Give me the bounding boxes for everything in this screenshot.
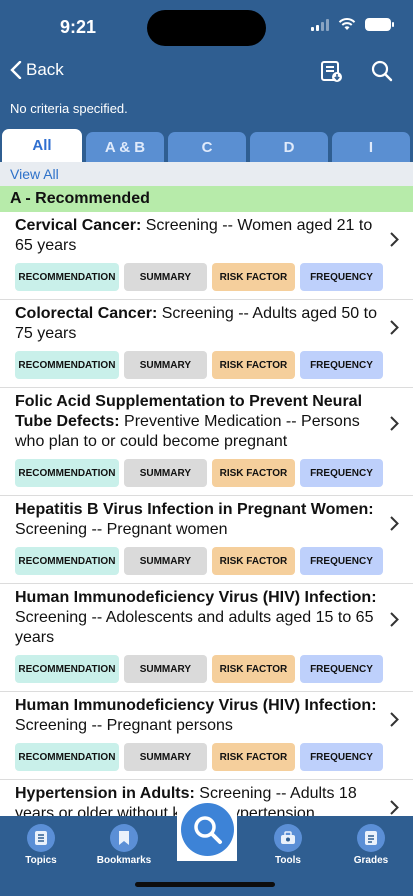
nav-actions (321, 60, 393, 84)
item-description: Screening -- Adolescents and adults aged… (15, 609, 374, 646)
list-item[interactable]: Colorectal Cancer: Screening -- Adults a… (0, 300, 413, 388)
tab-grades[interactable]: Grades (331, 824, 411, 866)
recommendation-button[interactable]: RECOMMENDATION (15, 351, 119, 379)
tab-a-b[interactable]: A & B (86, 132, 164, 162)
list-item[interactable]: Folic Acid Supplementation to Prevent Ne… (0, 388, 413, 496)
recommendation-button[interactable]: RECOMMENDATION (15, 655, 119, 683)
battery-icon (365, 18, 394, 31)
list-item[interactable]: Hepatitis B Virus Infection in Pregnant … (0, 496, 413, 584)
filter-tabs: All A & B C D I (0, 128, 413, 162)
item-title: Hepatitis B Virus Infection in Pregnant … (15, 500, 383, 540)
list-item[interactable]: Human Immunodeficiency Virus (HIV) Infec… (0, 584, 413, 692)
criteria-text: No criteria specified. (10, 101, 128, 116)
download-list-icon[interactable] (321, 60, 343, 84)
tab-d[interactable]: D (250, 132, 328, 162)
back-button[interactable]: Back (10, 60, 64, 80)
frequency-button[interactable]: FREQUENCY (299, 351, 384, 379)
chevron-right-icon (390, 320, 399, 335)
item-name: Human Immunodeficiency Virus (HIV) Infec… (15, 697, 377, 714)
tab-topics-label: Topics (25, 855, 57, 866)
toolbox-icon (274, 824, 302, 852)
item-actions: RECOMMENDATION SUMMARY RISK FACTOR FREQU… (15, 743, 384, 771)
item-title: Folic Acid Supplementation to Prevent Ne… (15, 392, 383, 452)
item-actions: RECOMMENDATION SUMMARY RISK FACTOR FREQU… (15, 655, 384, 683)
summary-button[interactable]: SUMMARY (123, 547, 207, 575)
risk-factor-button[interactable]: RISK FACTOR (211, 547, 295, 575)
view-all-row: View All (0, 162, 413, 186)
search-icon[interactable] (371, 60, 393, 82)
item-actions: RECOMMENDATION SUMMARY RISK FACTOR FREQU… (15, 263, 384, 291)
view-all-link[interactable]: View All (10, 166, 59, 182)
tab-bookmarks-label: Bookmarks (96, 855, 152, 866)
risk-factor-button[interactable]: RISK FACTOR (211, 459, 295, 487)
signal-icon (311, 18, 329, 31)
status-time: 9:21 (60, 17, 97, 37)
risk-factor-button[interactable]: RISK FACTOR (211, 351, 295, 379)
chevron-left-icon (10, 61, 22, 79)
item-name: Hepatitis B Virus Infection in Pregnant … (15, 501, 374, 518)
summary-button[interactable]: SUMMARY (123, 263, 207, 291)
recommendation-button[interactable]: RECOMMENDATION (15, 547, 119, 575)
risk-factor-button[interactable]: RISK FACTOR (211, 743, 295, 771)
search-icon (193, 815, 222, 844)
section-header: A - Recommended (0, 186, 413, 212)
recommendation-list: Cervical Cancer: Screening -- Women aged… (0, 212, 413, 816)
summary-button[interactable]: SUMMARY (123, 351, 207, 379)
item-title: Cervical Cancer: Screening -- Women aged… (15, 216, 383, 256)
dynamic-island (147, 10, 266, 46)
recommendation-button[interactable]: RECOMMENDATION (15, 459, 119, 487)
item-name: Colorectal Cancer: (15, 305, 158, 322)
chevron-right-icon (390, 416, 399, 431)
item-description: Screening -- Pregnant persons (15, 717, 233, 734)
risk-factor-button[interactable]: RISK FACTOR (211, 263, 295, 291)
tab-i[interactable]: I (332, 132, 410, 162)
risk-factor-button[interactable]: RISK FACTOR (211, 655, 295, 683)
summary-button[interactable]: SUMMARY (123, 655, 207, 683)
chevron-right-icon (390, 800, 399, 815)
bookmark-icon (110, 824, 138, 852)
frequency-button[interactable]: FREQUENCY (299, 655, 384, 683)
search-fab-button[interactable] (181, 803, 234, 856)
chevron-right-icon (390, 712, 399, 727)
item-name: Human Immunodeficiency Virus (HIV) Infec… (15, 589, 377, 606)
item-actions: RECOMMENDATION SUMMARY RISK FACTOR FREQU… (15, 351, 384, 379)
item-actions: RECOMMENDATION SUMMARY RISK FACTOR FREQU… (15, 547, 384, 575)
summary-button[interactable]: SUMMARY (123, 459, 207, 487)
wifi-icon (338, 18, 356, 30)
tab-all[interactable]: All (2, 129, 82, 162)
item-title: Colorectal Cancer: Screening -- Adults a… (15, 304, 383, 344)
frequency-button[interactable]: FREQUENCY (299, 743, 384, 771)
tab-tools-label: Tools (275, 855, 301, 866)
frequency-button[interactable]: FREQUENCY (299, 459, 384, 487)
list-item[interactable]: Cervical Cancer: Screening -- Women aged… (0, 212, 413, 300)
top-bar: 9:21 Back No criteria specified. (0, 0, 413, 128)
recommendation-button[interactable]: RECOMMENDATION (15, 263, 119, 291)
chevron-right-icon (390, 612, 399, 627)
topics-icon (27, 824, 55, 852)
item-name: Hypertension in Adults: (15, 785, 195, 802)
item-name: Cervical Cancer: (15, 217, 142, 234)
item-description: Screening -- Pregnant women (15, 521, 228, 538)
chevron-right-icon (390, 516, 399, 531)
tab-topics[interactable]: Topics (1, 824, 81, 866)
item-title: Human Immunodeficiency Virus (HIV) Infec… (15, 696, 383, 736)
summary-button[interactable]: SUMMARY (123, 743, 207, 771)
item-title: Human Immunodeficiency Virus (HIV) Infec… (15, 588, 383, 648)
chevron-right-icon (390, 232, 399, 247)
tab-grades-label: Grades (353, 855, 389, 866)
tab-bookmarks[interactable]: Bookmarks (84, 824, 164, 866)
tab-tools[interactable]: Tools (248, 824, 328, 866)
frequency-button[interactable]: FREQUENCY (299, 547, 384, 575)
home-indicator (135, 882, 275, 887)
tab-c[interactable]: C (168, 132, 246, 162)
item-actions: RECOMMENDATION SUMMARY RISK FACTOR FREQU… (15, 459, 384, 487)
status-icons (311, 18, 394, 31)
recommendation-button[interactable]: RECOMMENDATION (15, 743, 119, 771)
frequency-button[interactable]: FREQUENCY (299, 263, 384, 291)
back-label: Back (26, 60, 64, 79)
list-item[interactable]: Human Immunodeficiency Virus (HIV) Infec… (0, 692, 413, 780)
grades-icon (357, 824, 385, 852)
